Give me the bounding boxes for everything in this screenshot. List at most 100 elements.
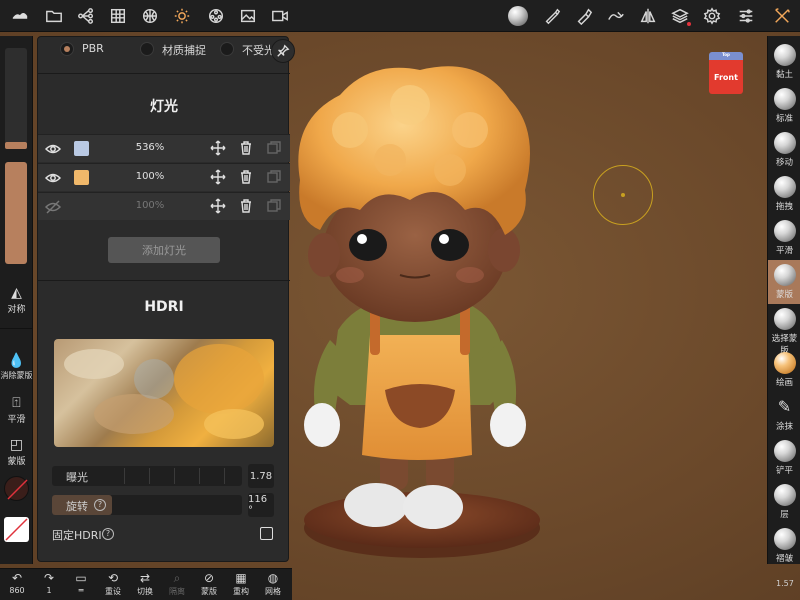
tool-standard[interactable]: 标准 <box>768 84 800 128</box>
tool-drag[interactable]: 拖拽 <box>768 172 800 216</box>
trash-icon[interactable] <box>238 198 254 214</box>
clay-tool-icon <box>773 44 796 66</box>
tool-flatten[interactable]: 铲平 <box>768 436 800 480</box>
symmetry-icon: ◭ <box>11 285 22 301</box>
fixed-hdri-checkbox[interactable] <box>260 527 273 540</box>
matcap-radio[interactable] <box>140 42 154 56</box>
lighting-panel: PBR 材质捕捉 不受光 灯光 536% 100% 100% 添加灯光 HDRI <box>37 36 290 562</box>
folder-icon[interactable] <box>42 4 66 28</box>
trash-icon[interactable] <box>238 140 254 156</box>
material-ball-icon[interactable] <box>204 4 228 28</box>
paint-tool-icon <box>773 352 796 374</box>
light-row-1[interactable]: 536% <box>38 134 290 162</box>
mask-visibility-button[interactable]: ⊘ 蒙版 <box>194 571 224 597</box>
settings-gear-icon[interactable] <box>700 4 724 28</box>
tools-cross-icon[interactable] <box>770 4 794 28</box>
pin-icon <box>277 44 290 57</box>
tool-paint[interactable]: 绘画 <box>768 348 800 392</box>
light-row-3[interactable]: 100% <box>38 192 290 220</box>
hdri-title: HDRI <box>144 299 184 315</box>
redo-icon: ↷ <box>43 571 55 585</box>
pin-panel-button[interactable] <box>271 39 295 63</box>
camera-reset-button[interactable]: ⟲ 重设 <box>98 571 128 597</box>
drag-tool-icon <box>773 176 796 198</box>
view-cube[interactable]: Top Front <box>709 52 743 94</box>
fixed-hdri-help-icon[interactable]: ? <box>102 528 114 540</box>
move-arrows-icon[interactable] <box>210 198 226 214</box>
duplicate-icon[interactable] <box>266 198 282 214</box>
light-intensity[interactable]: 536% <box>128 142 172 153</box>
smooth-button[interactable]: ⍐ 平滑 <box>0 394 33 425</box>
radius-slider[interactable] <box>5 48 27 144</box>
exposure-slider[interactable]: 曝光 <box>52 466 242 486</box>
tool-clay[interactable]: 黏土 <box>768 40 800 84</box>
grid-icon[interactable] <box>106 4 130 28</box>
redo-button[interactable]: ↷ 1 <box>34 571 64 595</box>
switch-button[interactable]: ⇄ 切换 <box>130 571 160 597</box>
light-color-swatch[interactable] <box>74 170 89 185</box>
light-intensity[interactable]: 100% <box>128 200 172 211</box>
character-model[interactable] <box>290 60 550 570</box>
primary-color-swatch[interactable] <box>4 476 29 501</box>
tool-crease[interactable]: 褶皱 <box>768 524 800 568</box>
rotation-value[interactable]: 116 ° <box>248 493 274 517</box>
rotation-slider[interactable]: 旋转 ? <box>52 495 242 515</box>
unlit-radio[interactable] <box>220 42 234 56</box>
eye-visible-icon[interactable] <box>44 141 62 157</box>
rotation-help-icon[interactable]: ? <box>94 499 106 511</box>
notification-dot <box>687 22 691 26</box>
image-icon[interactable] <box>236 4 260 28</box>
layers-icon[interactable] <box>668 4 692 28</box>
sphere-mesh-icon[interactable] <box>138 4 162 28</box>
tool-mask[interactable]: 蒙版 <box>768 260 800 304</box>
exposure-value[interactable]: 1.78 <box>248 464 274 488</box>
isolate-button[interactable]: ⌕ 隔离 <box>162 571 192 597</box>
tool-move[interactable]: 移动 <box>768 128 800 172</box>
paint-tube-icon[interactable] <box>572 4 596 28</box>
wireframe-button[interactable]: ◍ 网格 <box>258 571 288 597</box>
bottom-toolbar: ↶ 860 ↷ 1 ▭ ═ ⟲ 重设 ⇄ 切换 ⌕ 隔离 ⊘ 蒙版 ▦ 重构 ◍… <box>0 568 292 600</box>
eraser-mask-button[interactable]: 💧 消除蒙版 <box>0 352 33 381</box>
scene-tree-icon[interactable] <box>74 4 98 28</box>
isolate-icon: ⌕ <box>173 571 181 585</box>
mask-button[interactable]: ◰ 蒙版 <box>0 436 33 467</box>
add-light-button[interactable]: 添加灯光 <box>108 237 220 263</box>
tool-smooth[interactable]: 平滑 <box>768 216 800 260</box>
intensity-slider[interactable] <box>5 162 27 264</box>
light-sun-icon[interactable] <box>170 4 194 28</box>
eye-hidden-icon[interactable] <box>44 199 62 215</box>
sliders-icon[interactable] <box>734 4 758 28</box>
matcap-sphere-icon[interactable] <box>506 4 530 28</box>
duplicate-icon[interactable] <box>266 169 282 185</box>
light-row-2[interactable]: 100% <box>38 163 290 191</box>
layer-tool-icon <box>773 484 796 506</box>
video-icon[interactable] <box>268 4 292 28</box>
move-arrows-icon[interactable] <box>210 140 226 156</box>
trash-icon[interactable] <box>238 169 254 185</box>
eye-visible-icon[interactable] <box>44 170 62 186</box>
upload-box-icon: ⍐ <box>12 395 21 411</box>
tool-smudge[interactable]: ✎ 涂抹 <box>768 392 800 436</box>
logo-icon[interactable] <box>8 4 32 28</box>
hdri-preview-image[interactable] <box>54 339 274 447</box>
tool-layer[interactable]: 层 <box>768 480 800 524</box>
light-color-swatch[interactable] <box>74 141 89 156</box>
shading-mode-row: PBR 材质捕捉 不受光 <box>38 37 290 63</box>
radius-slider-thumb[interactable] <box>5 142 27 149</box>
switch-icon: ⇄ <box>139 571 151 585</box>
symmetry-icon[interactable] <box>636 4 660 28</box>
move-arrows-icon[interactable] <box>210 169 226 185</box>
brush-icon[interactable] <box>540 4 564 28</box>
stroke-icon[interactable] <box>604 4 628 28</box>
pbr-radio[interactable] <box>60 42 74 56</box>
layer-stack-button[interactable]: ▭ ═ <box>66 571 96 595</box>
undo-button[interactable]: ↶ 860 <box>2 571 32 595</box>
remesh-button[interactable]: ▦ 重构 <box>226 571 256 597</box>
tool-select-mask[interactable]: 选择蒙版 <box>768 304 800 356</box>
light-intensity[interactable]: 100% <box>128 171 172 182</box>
duplicate-icon[interactable] <box>266 140 282 156</box>
symmetry-button[interactable]: ◭ 对称 <box>0 284 33 315</box>
matcap-label: 材质捕捉 <box>162 44 206 57</box>
fixed-hdri-label: 固定HDRI <box>52 529 102 542</box>
secondary-color-swatch[interactable] <box>4 517 29 542</box>
